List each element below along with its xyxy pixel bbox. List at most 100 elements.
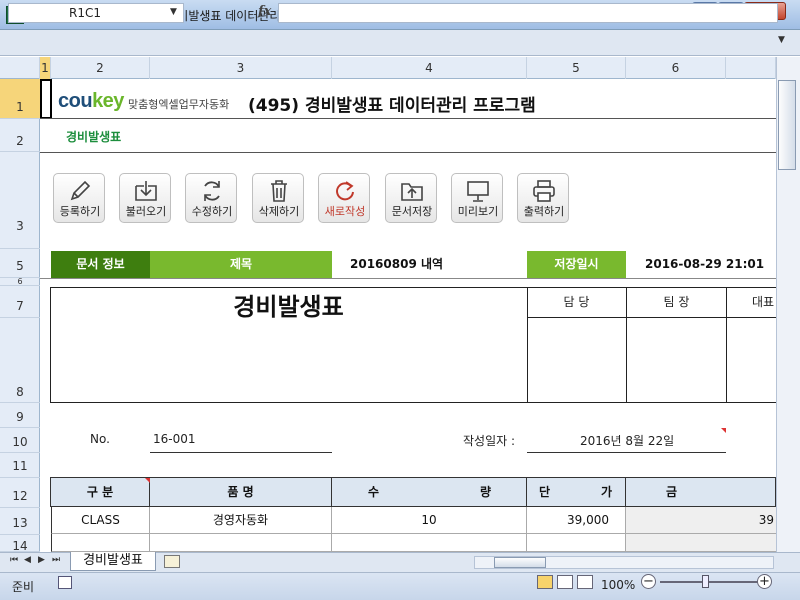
name-box[interactable]: R1C1 bbox=[8, 3, 184, 23]
print-button[interactable]: 출력하기 bbox=[517, 173, 569, 223]
select-all-corner[interactable] bbox=[0, 57, 40, 79]
table-cell-price[interactable]: 39,000 bbox=[527, 507, 626, 534]
horizontal-scroll-thumb[interactable] bbox=[494, 557, 546, 568]
button-label: 불러오기 bbox=[125, 205, 167, 218]
row-header[interactable]: 11 bbox=[0, 453, 40, 478]
subject-value[interactable]: 20160809 내역 bbox=[350, 251, 443, 278]
printer-icon bbox=[533, 180, 555, 202]
insert-function-icon[interactable]: fx bbox=[258, 4, 271, 19]
column-header[interactable]: 2 bbox=[51, 57, 150, 79]
row-header[interactable]: 1 bbox=[0, 79, 40, 119]
underline bbox=[150, 452, 332, 453]
save-document-button[interactable]: 문서저장 bbox=[385, 173, 437, 223]
table-cell-quantity[interactable]: 10 bbox=[332, 507, 527, 534]
first-sheet-icon[interactable]: ⏮ bbox=[10, 555, 18, 565]
header-quantity-right: 량 bbox=[480, 485, 492, 499]
load-button[interactable]: 불러오기 bbox=[119, 173, 171, 223]
row-header[interactable]: 14 bbox=[0, 535, 40, 553]
formula-bar bbox=[0, 30, 800, 56]
zoom-slider[interactable] bbox=[660, 581, 758, 583]
table-cell[interactable] bbox=[51, 534, 150, 552]
column-header[interactable]: 4 bbox=[332, 57, 527, 79]
zoom-out-button[interactable]: − bbox=[641, 574, 656, 589]
comment-indicator-icon[interactable] bbox=[721, 428, 726, 433]
table-cell-item[interactable]: 경영자동화 bbox=[150, 507, 332, 534]
header-amount: 금 bbox=[626, 477, 776, 507]
upload-folder-icon bbox=[401, 183, 423, 201]
chevron-down-icon[interactable]: ▼ bbox=[170, 7, 177, 17]
saved-at-value[interactable]: 2016-08-29 21:01 bbox=[645, 251, 764, 278]
row-header[interactable]: 10 bbox=[0, 428, 40, 453]
button-label: 출력하기 bbox=[523, 205, 565, 218]
coukey-logo: coukey bbox=[58, 90, 124, 112]
date-value[interactable]: 2016년 8월 22일 bbox=[580, 432, 674, 449]
column-header[interactable]: 1 bbox=[40, 57, 51, 79]
header-unit-price: 단 가 bbox=[527, 477, 626, 507]
table-cell[interactable] bbox=[626, 534, 776, 552]
status-bar bbox=[0, 572, 800, 600]
edit-button[interactable]: 수정하기 bbox=[185, 173, 237, 223]
insert-sheet-icon[interactable] bbox=[164, 555, 180, 568]
formula-input[interactable] bbox=[278, 3, 778, 23]
zoom-slider-thumb[interactable] bbox=[702, 575, 709, 588]
pencil-icon bbox=[70, 180, 91, 201]
row-header[interactable]: 2 bbox=[0, 119, 40, 152]
table-cell[interactable] bbox=[150, 534, 332, 552]
column-header[interactable] bbox=[726, 57, 776, 79]
row-header[interactable]: 5 bbox=[0, 249, 40, 278]
table-cell-amount[interactable]: 39 bbox=[626, 507, 776, 534]
header-quantity: 수 량 bbox=[332, 477, 527, 507]
register-button[interactable]: 등록하기 bbox=[53, 173, 105, 223]
expand-formula-icon[interactable]: ▼ bbox=[778, 35, 785, 45]
divider bbox=[40, 118, 776, 119]
delete-button[interactable]: 삭제하기 bbox=[252, 173, 304, 223]
row-header[interactable]: 6 bbox=[0, 278, 40, 286]
column-header[interactable]: 6 bbox=[626, 57, 726, 79]
button-label: 등록하기 bbox=[59, 205, 101, 218]
no-label: No. bbox=[90, 432, 110, 446]
approval-staff: 담 당 bbox=[527, 287, 626, 318]
table-cell[interactable] bbox=[332, 534, 527, 552]
zoom-in-button[interactable]: + bbox=[757, 574, 772, 589]
doc-info-label: 문서 정보 bbox=[51, 251, 150, 278]
header-amount-label: 금 bbox=[666, 485, 678, 499]
active-cell[interactable] bbox=[40, 79, 52, 119]
header-category: 구 분 bbox=[51, 477, 150, 507]
column-header-bar: 1 2 3 4 5 6 bbox=[0, 57, 776, 79]
new-icon bbox=[336, 181, 354, 201]
prev-sheet-icon[interactable]: ◀ bbox=[24, 555, 31, 565]
table-cell[interactable] bbox=[527, 534, 626, 552]
sheet-tab-active[interactable]: 경비발생표 bbox=[70, 552, 156, 571]
zoom-level[interactable]: 100% bbox=[601, 578, 635, 592]
page-layout-view-icon[interactable] bbox=[557, 575, 573, 589]
approval-team-lead: 팀 장 bbox=[627, 287, 726, 318]
column-header[interactable]: 5 bbox=[527, 57, 626, 79]
document-number[interactable]: 16-001 bbox=[153, 432, 196, 446]
button-label: 삭제하기 bbox=[258, 205, 300, 218]
status-text: 준비 bbox=[12, 580, 35, 594]
column-header[interactable]: 3 bbox=[150, 57, 332, 79]
macro-record-icon[interactable] bbox=[58, 576, 72, 589]
page-break-view-icon[interactable] bbox=[577, 575, 593, 589]
row-header[interactable]: 13 bbox=[0, 508, 40, 535]
new-document-button[interactable]: 새로작성 bbox=[318, 173, 370, 223]
last-sheet-icon[interactable]: ⏭ bbox=[52, 555, 60, 565]
row-header[interactable]: 12 bbox=[0, 478, 40, 508]
monitor-icon bbox=[467, 181, 489, 202]
preview-button[interactable]: 미리보기 bbox=[451, 173, 503, 223]
refresh-icon bbox=[204, 181, 220, 201]
logo-subtitle: 맞춤형엑셀업무자동화 bbox=[128, 98, 230, 111]
document-title: 경비발생표 bbox=[233, 293, 344, 321]
header-price-left: 단 bbox=[539, 485, 551, 499]
row-header[interactable]: 7 bbox=[0, 286, 40, 318]
row-header[interactable]: 8 bbox=[0, 318, 40, 403]
normal-view-icon[interactable] bbox=[537, 575, 553, 589]
vertical-scroll-thumb[interactable] bbox=[778, 80, 796, 170]
date-label: 작성일자 : bbox=[463, 434, 516, 448]
table-cell-category[interactable]: CLASS bbox=[51, 507, 150, 534]
row-header[interactable]: 9 bbox=[0, 403, 40, 428]
row-header[interactable]: 3 bbox=[0, 152, 40, 249]
next-sheet-icon[interactable]: ▶ bbox=[38, 555, 45, 565]
trash-icon bbox=[271, 180, 287, 202]
button-label: 미리보기 bbox=[457, 205, 499, 218]
